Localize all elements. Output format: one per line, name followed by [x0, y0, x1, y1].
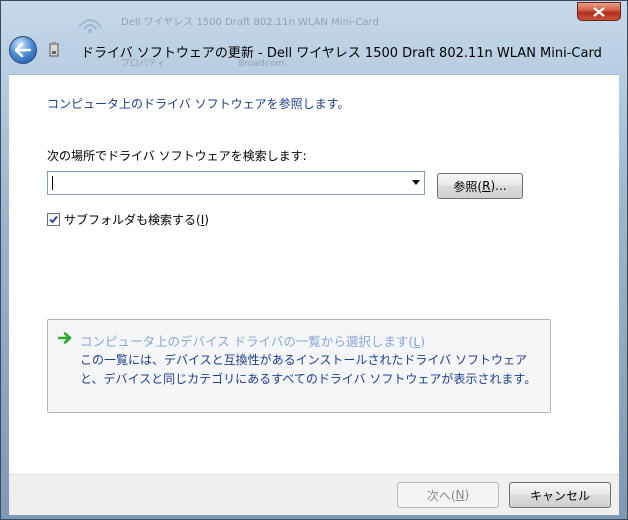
back-arrow-icon: [15, 43, 31, 57]
search-location-label: 次の場所でドライバ ソフトウェアを検索します:: [47, 149, 307, 163]
button-bar: 次へ(N) キャンセル: [9, 474, 619, 515]
include-subfolders-label-post: ): [204, 212, 209, 227]
close-icon: [593, 6, 605, 17]
cancel-button[interactable]: キャンセル: [509, 482, 611, 508]
back-button[interactable]: [9, 36, 37, 64]
page-heading: コンピュータ上のドライバ ソフトウェアを参照します。: [47, 97, 350, 111]
next-button[interactable]: 次へ(N): [397, 482, 499, 508]
pick-from-list-link[interactable]: コンピュータ上のデバイス ドライバの一覧から選択します(L): [80, 331, 425, 350]
include-subfolders-option[interactable]: サブフォルダも検索する(I): [47, 211, 209, 228]
green-arrow-icon: [58, 332, 72, 344]
wireless-network-icon: [78, 19, 102, 33]
title-bar: Dell ワイヤレス 1500 Draft 802.11n WLAN Mini-…: [1, 1, 627, 71]
pick-from-list-label-post: ): [420, 334, 426, 349]
next-button-label-pre: 次へ(: [426, 488, 456, 503]
next-button-label-post: ): [464, 488, 470, 502]
window-title: ドライバ ソフトウェアの更新 - Dell ワイヤレス 1500 Draft 8…: [81, 46, 602, 61]
browse-button-accesskey: R: [482, 179, 491, 193]
dropdown-arrow-icon[interactable]: [412, 180, 420, 185]
device-icon: [49, 42, 59, 57]
location-combobox[interactable]: [47, 171, 425, 195]
next-button-accesskey: N: [455, 488, 465, 502]
browse-button-label-pre: 参照(: [453, 179, 483, 194]
include-subfolders-checkbox[interactable]: [47, 213, 60, 226]
content-area: コンピュータ上のドライバ ソフトウェアを参照します。 次の場所でドライバ ソフト…: [9, 74, 619, 475]
include-subfolders-label-pre: サブフォルダも検索する(: [64, 213, 201, 227]
pick-from-list-description: この一覧には、デバイスと互換性があるインストールされたドライバ ソフトウェアと、…: [80, 353, 537, 386]
pick-from-list-label-pre: コンピュータ上のデバイス ドライバの一覧から選択します(: [80, 334, 414, 349]
driver-update-window: Dell ワイヤレス 1500 Draft 802.11n WLAN Mini-…: [0, 0, 628, 520]
checkmark-icon: [49, 215, 58, 224]
close-button[interactable]: [577, 2, 621, 21]
text-caret: [52, 176, 53, 190]
background-window-text: Dell ワイヤレス 1500 Draft 802.11n WLAN Mini-…: [121, 17, 379, 28]
browse-button[interactable]: 参照(R)...: [437, 173, 523, 199]
browse-button-label-post: )...: [490, 179, 507, 193]
pick-from-list-panel[interactable]: コンピュータ上のデバイス ドライバの一覧から選択します(L) この一覧には、デバ…: [47, 319, 551, 413]
